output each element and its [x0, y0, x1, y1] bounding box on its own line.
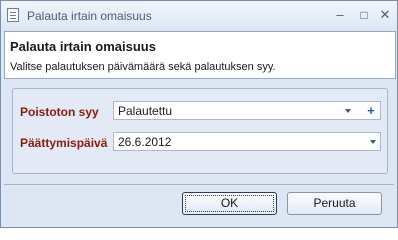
title-bar[interactable]: Palauta irtain omaisuus – □ ✕: [1, 1, 397, 31]
dialog-instructions: Valitse palautuksen päivämäärä sekä pala…: [10, 61, 276, 73]
end-date-picker[interactable]: 26.6.2012: [113, 132, 381, 151]
window-title: Palauta irtain omaisuus: [27, 9, 152, 23]
reason-label: Poistoton syy: [20, 105, 99, 119]
close-button[interactable]: ✕: [375, 7, 395, 23]
ok-button[interactable]: OK: [182, 192, 277, 215]
reason-dropdown[interactable]: Palautettu +: [113, 101, 381, 120]
chevron-down-icon[interactable]: [370, 140, 376, 144]
form-group: Poistoton syy Palautettu + Päättymispäiv…: [12, 88, 388, 174]
dialog-window: Palauta irtain omaisuus – □ ✕ Palauta ir…: [0, 0, 398, 228]
dialog-heading: Palauta irtain omaisuus: [10, 39, 156, 54]
add-reason-button[interactable]: +: [362, 102, 380, 119]
focus-outline: [185, 195, 274, 212]
reason-value: Palautettu: [118, 104, 173, 118]
chevron-down-icon[interactable]: [345, 109, 351, 113]
dialog-content: Poistoton syy Palautettu + Päättymispäiv…: [4, 82, 394, 179]
maximize-button[interactable]: □: [354, 7, 374, 23]
end-date-value: 26.6.2012: [118, 135, 172, 149]
dialog-footer: OK Peruuta: [4, 184, 394, 225]
minimize-button[interactable]: –: [330, 7, 350, 23]
cancel-label: Peruuta: [313, 196, 356, 210]
dialog-header: Palauta irtain omaisuus Valitse palautuk…: [4, 31, 396, 79]
document-icon: [7, 8, 19, 22]
end-date-label: Päättymispäivä: [20, 136, 108, 150]
cancel-button[interactable]: Peruuta: [287, 192, 382, 215]
